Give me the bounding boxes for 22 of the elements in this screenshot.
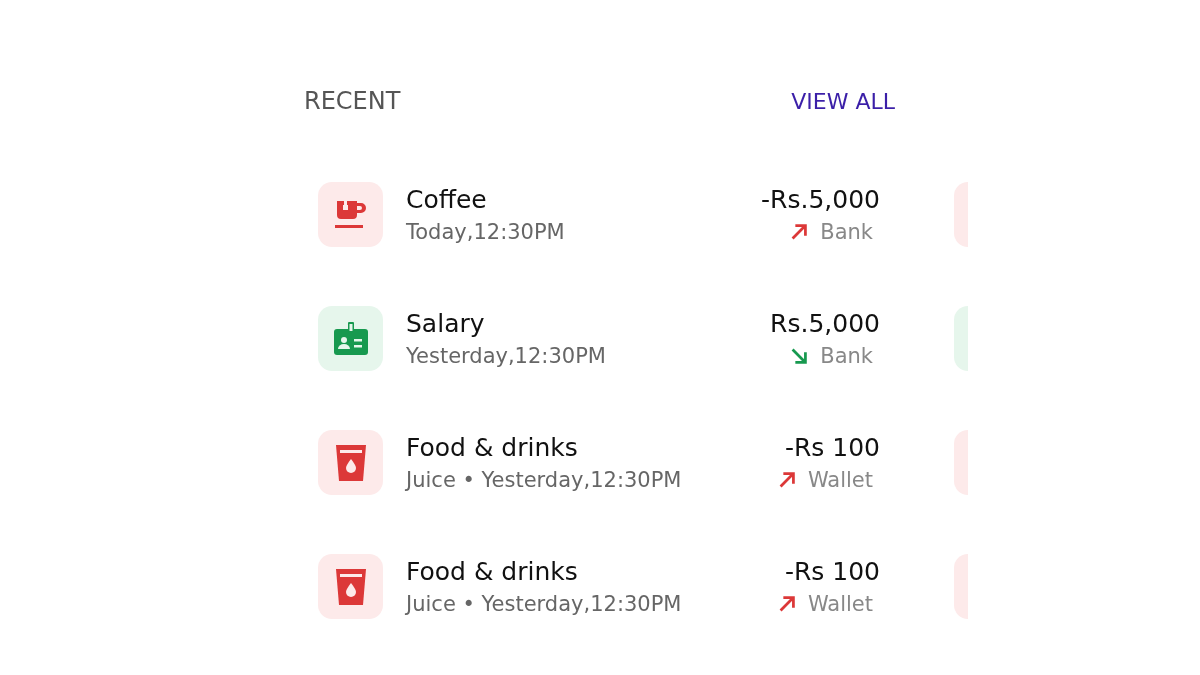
id-badge-icon — [331, 320, 370, 357]
transaction-title: Salary — [406, 309, 486, 338]
account-name: Bank — [820, 220, 873, 244]
transaction-details: Juice • Yesterday,12:30PM — [406, 592, 683, 616]
transaction-amount: -Rs 100 — [784, 433, 880, 462]
transaction-details: Juice • Yesterday,12:30PM — [406, 468, 683, 492]
transaction-title: Food & drinks — [406, 433, 579, 462]
account-name: Bank — [820, 344, 873, 368]
section-title: RECENT — [304, 87, 401, 115]
transaction-title: Coffee — [406, 185, 488, 214]
transaction-amount: -Rs.5,000 — [761, 185, 880, 214]
transaction-details: Today,12:30PM — [406, 220, 566, 244]
view-all-link[interactable]: VIEW ALL — [791, 88, 895, 114]
account-name: Wallet — [807, 592, 873, 616]
transaction-details: Yesterday,12:30PM — [406, 344, 607, 368]
next-card-edge — [954, 306, 968, 371]
glass-icon — [333, 566, 368, 607]
account-name: Wallet — [807, 468, 873, 492]
transaction-title: Food & drinks — [406, 557, 579, 586]
transaction-amount: Rs.5,000 — [770, 309, 880, 338]
glass-icon — [333, 442, 368, 483]
transaction-amount: -Rs 100 — [784, 557, 880, 586]
